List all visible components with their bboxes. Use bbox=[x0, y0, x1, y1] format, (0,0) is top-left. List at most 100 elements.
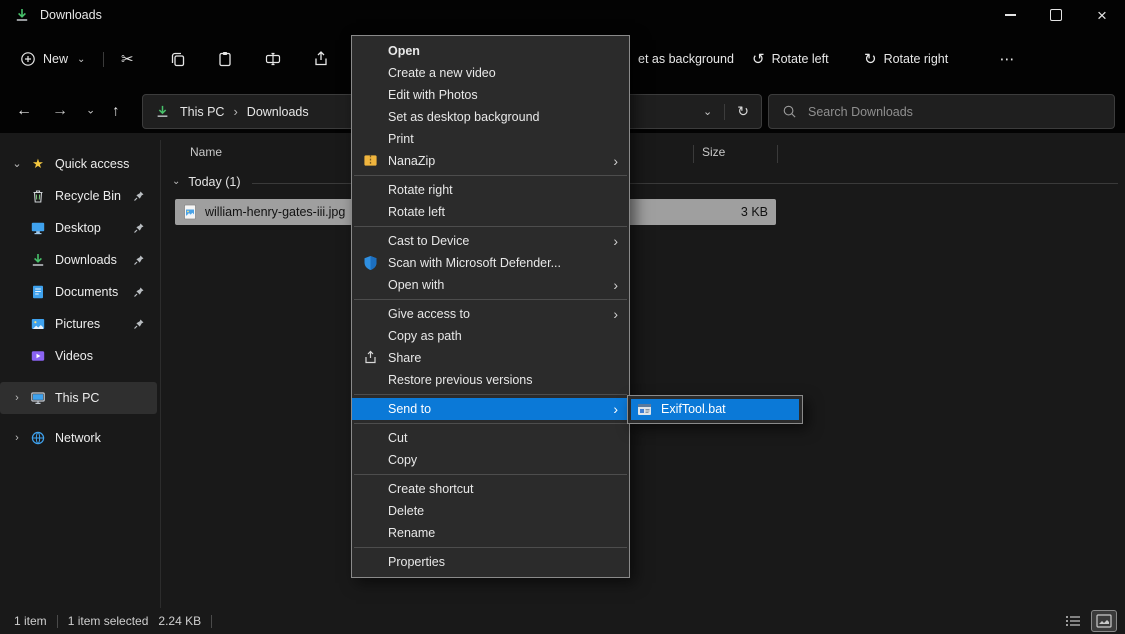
share-button[interactable] bbox=[304, 44, 338, 74]
exiftool-app-icon bbox=[637, 402, 652, 417]
close-button[interactable]: × bbox=[1079, 0, 1125, 30]
pin-icon bbox=[133, 190, 145, 202]
recent-locations-button[interactable]: ⌄ bbox=[86, 105, 95, 116]
menu-item-properties[interactable]: Properties bbox=[352, 551, 629, 573]
pin-icon bbox=[133, 222, 145, 234]
downloads-folder-icon bbox=[155, 104, 170, 119]
chevron-down-icon[interactable]: ⌄ bbox=[10, 159, 24, 170]
sidebar-item-network[interactable]: › Network bbox=[0, 422, 157, 454]
chevron-right-icon[interactable]: › bbox=[10, 433, 24, 444]
menu-item-set-as-desktop-background[interactable]: Set as desktop background bbox=[352, 106, 629, 128]
group-header-today[interactable]: ⌄ Today (1) bbox=[172, 175, 241, 189]
status-bar: 1 item 1 item selected 2.24 KB bbox=[0, 608, 1125, 634]
menu-item-rotate-left[interactable]: Rotate left bbox=[352, 201, 629, 223]
rename-button[interactable] bbox=[256, 44, 290, 74]
status-selection-size: 2.24 KB bbox=[158, 614, 201, 628]
new-button[interactable]: New ⌄ bbox=[12, 44, 93, 74]
maximize-button[interactable] bbox=[1033, 0, 1079, 30]
rename-icon bbox=[264, 50, 282, 68]
menu-item-nanazip[interactable]: NanaZip › bbox=[352, 150, 629, 172]
sidebar-item-quick-access[interactable]: ⌄ ★ Quick access bbox=[0, 148, 157, 180]
menu-item-edit-with-photos[interactable]: Edit with Photos bbox=[352, 84, 629, 106]
menu-item-cut[interactable]: Cut bbox=[352, 427, 629, 449]
menu-item-copy-as-path[interactable]: Copy as path bbox=[352, 325, 629, 347]
menu-separator bbox=[354, 226, 627, 227]
menu-separator bbox=[354, 299, 627, 300]
more-icon: ⋯ bbox=[1000, 52, 1015, 67]
menu-item-scan-with-defender[interactable]: Scan with Microsoft Defender... bbox=[352, 252, 629, 274]
sidebar-item-downloads[interactable]: Downloads bbox=[0, 244, 157, 276]
column-divider[interactable] bbox=[693, 145, 694, 163]
thumbnail-view-button[interactable] bbox=[1091, 610, 1117, 632]
send-to-submenu: ExifTool.bat bbox=[627, 395, 803, 424]
sidebar-item-this-pc[interactable]: › This PC bbox=[0, 382, 157, 414]
window-controls: × bbox=[987, 0, 1125, 30]
rotate-right-button[interactable]: ↻ Rotate right bbox=[856, 44, 956, 74]
menu-item-delete[interactable]: Delete bbox=[352, 500, 629, 522]
column-header-size[interactable]: Size bbox=[702, 145, 725, 159]
menu-item-share[interactable]: Share bbox=[352, 347, 629, 369]
new-button-label: New bbox=[43, 52, 68, 66]
navigation-pane: ⌄ ★ Quick access Recycle Bin Desktop Dow… bbox=[0, 148, 160, 454]
menu-item-print[interactable]: Print bbox=[352, 128, 629, 150]
menu-item-restore-previous-versions[interactable]: Restore previous versions bbox=[352, 369, 629, 391]
chevron-down-icon[interactable]: ⌄ bbox=[172, 177, 180, 187]
toolbar-divider bbox=[103, 52, 104, 67]
submenu-arrow-icon: › bbox=[613, 230, 618, 252]
rotate-left-button[interactable]: ↺ Rotate left bbox=[744, 44, 837, 74]
menu-item-cast-to-device[interactable]: Cast to Device › bbox=[352, 230, 629, 252]
cut-button[interactable]: ✂ bbox=[113, 44, 142, 74]
videos-icon bbox=[30, 348, 46, 364]
menu-item-create-new-video[interactable]: Create a new video bbox=[352, 62, 629, 84]
address-bar-controls: ⌄ ↻ bbox=[703, 103, 761, 120]
star-icon: ★ bbox=[30, 156, 46, 172]
menu-item-open-with[interactable]: Open with › bbox=[352, 274, 629, 296]
menu-item-send-to[interactable]: Send to › bbox=[352, 398, 629, 420]
menu-item-rename[interactable]: Rename bbox=[352, 522, 629, 544]
breadcrumb-this-pc[interactable]: This PC bbox=[180, 105, 224, 119]
paste-button[interactable] bbox=[208, 44, 242, 74]
menu-separator bbox=[354, 423, 627, 424]
set-as-background-label: et as background bbox=[638, 52, 734, 66]
details-view-button[interactable] bbox=[1060, 610, 1086, 632]
set-as-background-button[interactable]: et as background bbox=[630, 44, 742, 74]
refresh-icon[interactable]: ↻ bbox=[737, 103, 749, 120]
search-input[interactable] bbox=[806, 104, 1100, 120]
network-icon bbox=[30, 430, 46, 446]
forward-button[interactable]: → bbox=[52, 103, 68, 119]
status-divider bbox=[211, 615, 212, 628]
submenu-arrow-icon: › bbox=[613, 274, 618, 296]
sidebar-item-recycle-bin[interactable]: Recycle Bin bbox=[0, 180, 157, 212]
sidebar-item-videos[interactable]: Videos bbox=[0, 340, 157, 372]
minimize-button[interactable] bbox=[987, 0, 1033, 30]
menu-item-create-shortcut[interactable]: Create shortcut bbox=[352, 478, 629, 500]
up-button[interactable]: ↑ bbox=[112, 103, 120, 118]
sidebar-item-pictures[interactable]: Pictures bbox=[0, 308, 157, 340]
copy-button[interactable] bbox=[161, 44, 195, 74]
column-header-name[interactable]: Name bbox=[190, 145, 222, 159]
submenu-arrow-icon: › bbox=[613, 150, 618, 172]
breadcrumb-downloads[interactable]: Downloads bbox=[247, 105, 309, 119]
rotate-left-icon: ↺ bbox=[752, 52, 765, 67]
menu-separator bbox=[354, 474, 627, 475]
menu-separator bbox=[354, 547, 627, 548]
menu-item-give-access-to[interactable]: Give access to › bbox=[352, 303, 629, 325]
column-divider[interactable] bbox=[777, 145, 778, 163]
menu-item-rotate-right[interactable]: Rotate right bbox=[352, 179, 629, 201]
sidebar-item-desktop[interactable]: Desktop bbox=[0, 212, 157, 244]
back-button[interactable]: ← bbox=[16, 103, 32, 119]
search-icon bbox=[782, 104, 797, 119]
group-label: Today (1) bbox=[188, 175, 240, 189]
submenu-item-exiftool[interactable]: ExifTool.bat bbox=[631, 399, 799, 420]
menu-item-open[interactable]: Open bbox=[352, 40, 629, 62]
more-options-button[interactable]: ⋯ bbox=[984, 44, 1030, 74]
address-dropdown-icon[interactable]: ⌄ bbox=[703, 105, 712, 118]
search-box[interactable] bbox=[768, 94, 1115, 129]
status-selection-count: 1 item selected bbox=[68, 614, 149, 628]
recycle-bin-icon bbox=[30, 188, 46, 204]
chevron-right-icon[interactable]: › bbox=[10, 393, 24, 404]
sidebar-item-documents[interactable]: Documents bbox=[0, 276, 157, 308]
menu-item-copy[interactable]: Copy bbox=[352, 449, 629, 471]
share-icon bbox=[363, 350, 378, 365]
titlebar: Downloads × bbox=[0, 0, 1125, 30]
